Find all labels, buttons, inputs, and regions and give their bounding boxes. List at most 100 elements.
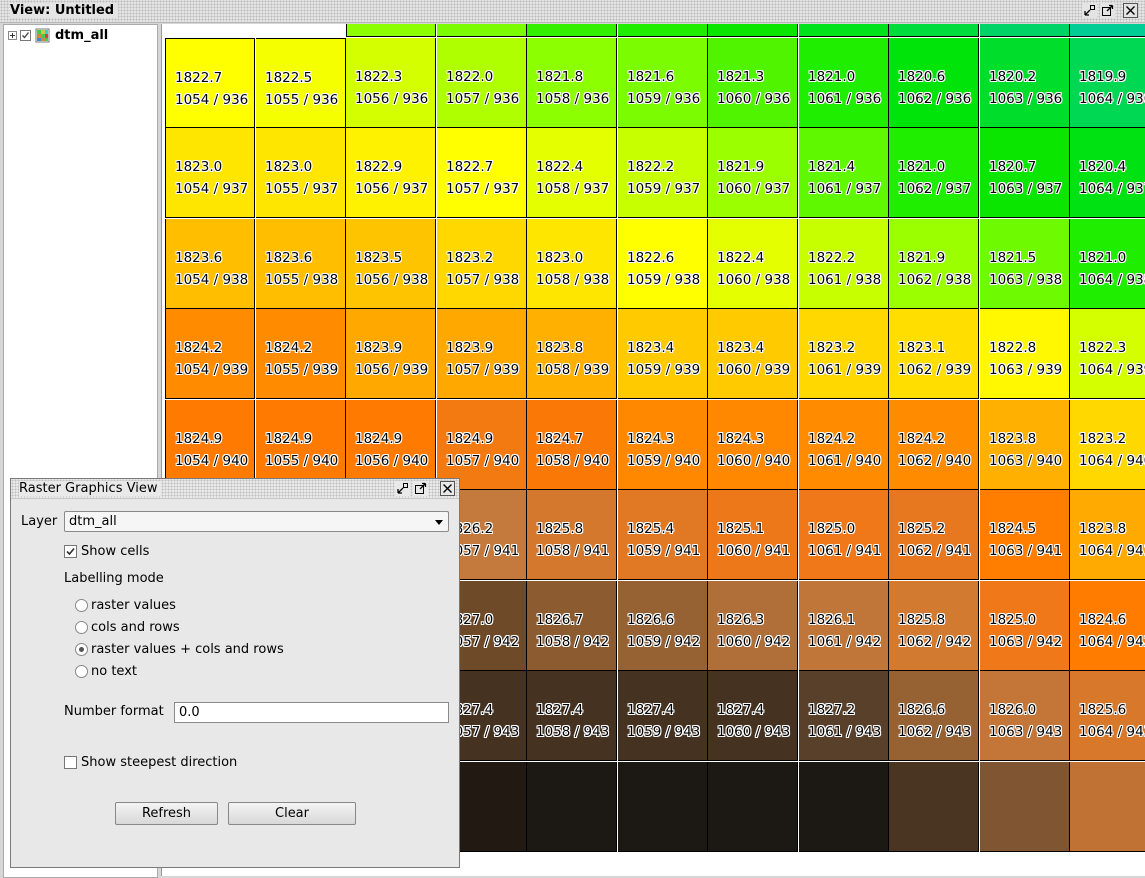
cell-value: 1827.4 bbox=[627, 702, 675, 718]
show-cells-checkbox[interactable] bbox=[64, 545, 77, 558]
restore-icon[interactable] bbox=[1082, 3, 1097, 18]
raster-cell bbox=[1070, 762, 1145, 852]
raster-cell: 1823.0 1054 / 937 bbox=[165, 128, 255, 218]
raster-cell: 1822.8 1063 / 939 bbox=[980, 309, 1070, 399]
raster-cell: 1822.7 1057 / 937 bbox=[437, 128, 527, 218]
cell-value: 1823.8 bbox=[1079, 521, 1127, 537]
cell-col-row: 1057 / 936 bbox=[446, 91, 520, 107]
cell-col-row: 1062 / 943 bbox=[898, 724, 972, 740]
raster-cell: 1824.9 1056 / 940 bbox=[346, 400, 436, 490]
cell-value: 1827.4 bbox=[717, 702, 765, 718]
raster-cell: 1821.6 1059 / 936 bbox=[618, 38, 708, 128]
cell-value: 1825.0 bbox=[808, 521, 856, 537]
raster-cell: 1822.9 1056 / 937 bbox=[346, 128, 436, 218]
cell-col-row: 1054 / 940 bbox=[175, 453, 249, 469]
cell-col-row: 1062 / 936 bbox=[898, 91, 972, 107]
cell-col-row: 1060 / 937 bbox=[717, 181, 791, 197]
cell-col-row: 1057 / 940 bbox=[446, 453, 520, 469]
raster-cell: 1825.0 1063 / 942 bbox=[980, 581, 1070, 671]
mode-no-text-radio[interactable] bbox=[75, 665, 88, 678]
mode-raster-values-radio[interactable] bbox=[75, 599, 88, 612]
show-steepest-checkbox[interactable] bbox=[64, 756, 77, 769]
raster-cell: 1821.9 1062 / 938 bbox=[889, 219, 979, 309]
cell-value: 1824.3 bbox=[627, 431, 675, 447]
cell-col-row: 1064 / 938 bbox=[1079, 272, 1145, 288]
cell-value: 1826.7 bbox=[536, 612, 584, 628]
number-format-input[interactable] bbox=[174, 702, 449, 723]
raster-cell: 1824.2 1061 / 940 bbox=[799, 400, 889, 490]
view-title: View: Untitled bbox=[10, 3, 119, 18]
raster-cell: 1827.4 1060 / 943 bbox=[708, 671, 798, 761]
raster-layer-icon bbox=[35, 28, 50, 42]
cell-value: 1823.4 bbox=[627, 340, 675, 356]
raster-cell: 1824.9 1055 / 940 bbox=[256, 400, 346, 490]
raster-cell: 1823.8 1058 / 939 bbox=[527, 309, 617, 399]
cell-col-row: 1064 / 943 bbox=[1079, 724, 1145, 740]
cell-value: 1824.2 bbox=[898, 431, 946, 447]
raster-cell: 1823.1 1062 / 939 bbox=[889, 309, 979, 399]
raster-cell bbox=[618, 762, 708, 852]
cell-value: 1825.6 bbox=[1079, 702, 1127, 718]
raster-cell: 1823.8 1064 / 941 bbox=[1070, 490, 1145, 580]
cell-col-row: 1062 / 941 bbox=[898, 543, 972, 559]
raster-cell: 1820.11062 / 935 bbox=[889, 24, 979, 37]
layer-select[interactable]: dtm_all bbox=[64, 511, 449, 532]
raster-cell: 1825.6 1064 / 943 bbox=[1070, 671, 1145, 761]
panel-maximize-icon[interactable] bbox=[413, 481, 428, 496]
mode-values-cols-rows-radio[interactable] bbox=[75, 643, 88, 656]
layer-visibility-checkbox[interactable] bbox=[20, 29, 31, 41]
cell-value: 1825.4 bbox=[627, 521, 675, 537]
cell-col-row: 1056 / 936 bbox=[355, 91, 429, 107]
cell-col-row: 1061 / 943 bbox=[808, 724, 882, 740]
cell-value: 1823.0 bbox=[265, 159, 313, 175]
raster-cell: 1821.8 1058 / 936 bbox=[527, 38, 617, 128]
raster-cell: 1822.3 1064 / 939 bbox=[1070, 309, 1145, 399]
cell-value: 1825.8 bbox=[536, 521, 584, 537]
panel-titlebar[interactable]: Raster Graphics View bbox=[11, 479, 459, 499]
cell-value: 1819.9 bbox=[1079, 69, 1127, 85]
cell-value: 1824.5 bbox=[989, 521, 1037, 537]
cell-col-row: 1054 / 938 bbox=[175, 272, 249, 288]
cell-col-row: 1058 / 939 bbox=[536, 362, 610, 378]
maximize-icon[interactable] bbox=[1100, 3, 1115, 18]
clear-button[interactable]: Clear bbox=[228, 802, 356, 825]
cell-value: 1826.1 bbox=[808, 612, 856, 628]
tree-item-dtm-all[interactable]: dtm_all bbox=[8, 27, 108, 43]
cell-col-row: 1062 / 942 bbox=[898, 634, 972, 650]
raster-cell: 1820.4 1064 / 937 bbox=[1070, 128, 1145, 218]
cell-value: 1821.5 bbox=[989, 250, 1037, 266]
cell-value: 1826.6 bbox=[627, 612, 675, 628]
cell-col-row: 1054 / 936 bbox=[175, 92, 249, 108]
cell-value: 1825.8 bbox=[898, 612, 946, 628]
raster-cell bbox=[708, 762, 798, 852]
raster-cell: 1826.6 1062 / 943 bbox=[889, 671, 979, 761]
panel-restore-icon[interactable] bbox=[395, 481, 410, 496]
cell-col-row: 1061 / 940 bbox=[808, 453, 882, 469]
cell-col-row: 1061 / 941 bbox=[808, 543, 882, 559]
cell-value: 1821.9 bbox=[898, 250, 946, 266]
cell-value: 1824.9 bbox=[175, 431, 223, 447]
raster-cell: 1824.3 1060 / 940 bbox=[708, 400, 798, 490]
mode-cols-rows-radio[interactable] bbox=[75, 621, 88, 634]
refresh-button[interactable]: Refresh bbox=[115, 802, 218, 825]
cell-value: 1824.9 bbox=[446, 431, 494, 447]
raster-cell: 1824.6 1064 / 942 bbox=[1070, 581, 1145, 671]
cell-value: 1822.9 bbox=[355, 159, 403, 175]
cell-value: 1821.9 bbox=[717, 159, 765, 175]
raster-cell: 1823.0 1055 / 937 bbox=[256, 128, 346, 218]
expand-icon[interactable] bbox=[8, 30, 17, 40]
cell-col-row: 1058 / 943 bbox=[536, 724, 610, 740]
cell-value: 1824.3 bbox=[717, 431, 765, 447]
raster-cell: 1819.9 1064 / 936 bbox=[1070, 38, 1145, 128]
close-icon[interactable] bbox=[1123, 3, 1138, 18]
cell-value: 1821.4 bbox=[808, 159, 856, 175]
raster-cell: 1825.8 1062 / 942 bbox=[889, 581, 979, 671]
raster-cell: 1821.9 1060 / 937 bbox=[708, 128, 798, 218]
cell-value: 1823.2 bbox=[808, 340, 856, 356]
panel-close-icon[interactable] bbox=[440, 481, 455, 496]
mode-raster-values-label: raster values bbox=[91, 598, 176, 613]
cell-value: 1820.2 bbox=[989, 69, 1037, 85]
raster-cell: 1823.2 1061 / 939 bbox=[799, 309, 889, 399]
cell-col-row: 1063 / 937 bbox=[989, 181, 1063, 197]
raster-cell: 1821.51057 / 935 bbox=[437, 24, 527, 37]
